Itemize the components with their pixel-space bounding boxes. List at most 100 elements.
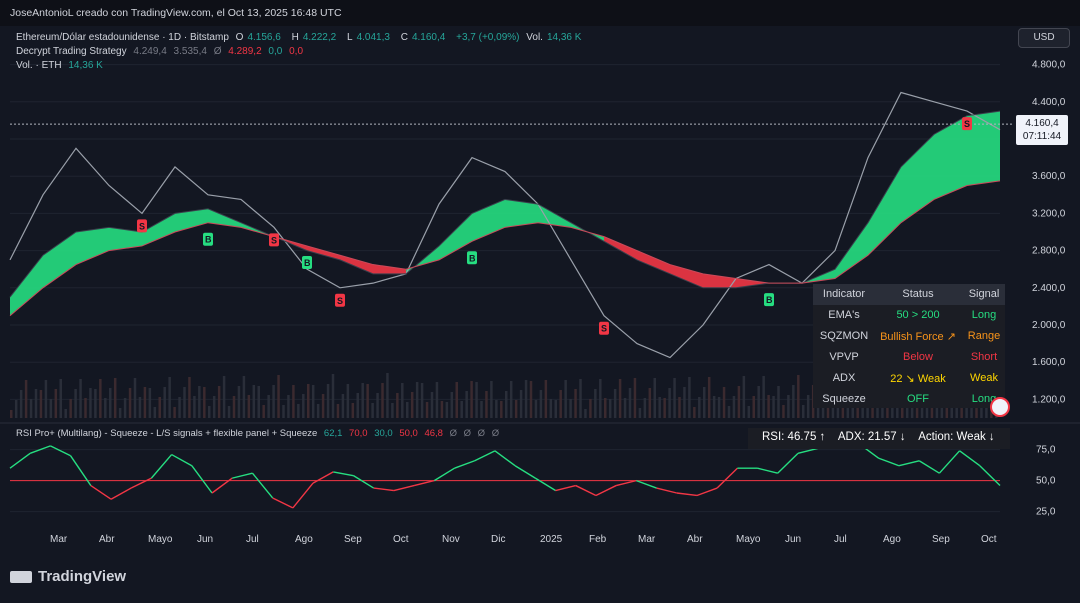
- rsi-v9: Ø: [491, 428, 500, 439]
- volume-bar: [237, 386, 241, 418]
- legend-strategy[interactable]: Decrypt Trading Strategy 4.249,4 3.535,4…: [16, 46, 307, 57]
- x-tick-label: Mayo: [736, 534, 761, 545]
- signal-label: S: [601, 324, 607, 334]
- volume-bar: [445, 402, 449, 418]
- volume-bar: [762, 376, 765, 418]
- status-rsi: RSI: 46.75 ↑: [762, 431, 826, 443]
- signal-label: B: [469, 253, 476, 263]
- volume-name[interactable]: Vol. · ETH: [16, 60, 62, 71]
- volume-bar: [282, 405, 285, 418]
- volume-bar: [178, 397, 181, 418]
- volume-bar: [118, 408, 122, 418]
- cloud-segment: [472, 199, 505, 242]
- rsi-line-segment: [979, 465, 1001, 487]
- volume-bar: [495, 400, 498, 418]
- legend-symbol[interactable]: Ethereum/Dólar estadounidense · 1D · Bit…: [16, 32, 229, 43]
- rsi-legend[interactable]: RSI Pro+ (Multilang) - Squeeze - L/S sig…: [16, 428, 503, 439]
- indicator-status: OFF: [907, 393, 929, 405]
- rsi-line-segment: [696, 487, 718, 497]
- status-action: Action: Weak ↓: [918, 431, 995, 443]
- rsi-line-segment: [514, 465, 536, 479]
- volume-bar: [74, 389, 77, 418]
- legend-low: 4.041,3: [356, 32, 390, 43]
- volume-bar: [396, 393, 399, 418]
- volume-bar: [806, 395, 810, 418]
- volume-bar: [351, 403, 355, 418]
- rsi-line-segment: [474, 450, 496, 462]
- volume-bar: [346, 384, 350, 418]
- volume-bar: [440, 401, 444, 418]
- footer-brand: TradingView: [10, 568, 126, 585]
- volume-bar: [792, 385, 795, 418]
- legend-close: 4.160,4: [411, 32, 446, 43]
- x-tick-label: Jun: [197, 534, 213, 545]
- volume-bar: [212, 396, 216, 418]
- x-tick-label: Ago: [295, 534, 313, 545]
- volume-bar: [252, 385, 256, 418]
- rsi-line-segment: [595, 484, 617, 497]
- volume-bar: [613, 389, 617, 418]
- volume-bar: [277, 375, 280, 418]
- rsi-tick-label: 25,0: [1036, 507, 1056, 518]
- volume-bar: [633, 378, 637, 418]
- rsi-line-segment: [494, 450, 516, 467]
- signal-label: B: [304, 258, 311, 268]
- cloud-segment: [868, 166, 901, 256]
- rsi-line-segment: [251, 472, 274, 499]
- rsi-line-segment: [615, 479, 637, 487]
- indicator-signal: Long: [971, 309, 997, 321]
- volume-bar: [450, 392, 454, 418]
- volume-bar: [470, 381, 473, 418]
- signal-label: B: [766, 295, 773, 305]
- volume-bar: [589, 399, 592, 418]
- volume-bar: [29, 399, 33, 418]
- currency-button[interactable]: USD: [1018, 28, 1070, 48]
- rsi-line-segment: [777, 452, 799, 474]
- volume-bar: [480, 401, 483, 418]
- volume-bar: [262, 405, 265, 418]
- volume-bar: [242, 376, 246, 418]
- rsi-v4: 50,0: [399, 428, 418, 439]
- rsi-tick-label: 50,0: [1036, 476, 1056, 487]
- price-tick-label: 2.000,0: [1032, 320, 1066, 331]
- rsi-v8: Ø: [477, 428, 486, 439]
- legend-vol: 14,36 K: [546, 32, 582, 43]
- volume-bar: [435, 382, 439, 418]
- legend-vol-label: Vol.: [526, 32, 543, 43]
- rsi-name[interactable]: RSI Pro+ (Multilang) - Squeeze - L/S sig…: [16, 428, 317, 439]
- volume-bar: [307, 384, 310, 418]
- strategy-name[interactable]: Decrypt Trading Strategy: [16, 46, 127, 57]
- x-tick-label: Abr: [99, 534, 115, 545]
- volume-bar: [688, 377, 691, 418]
- volume-bar: [757, 386, 760, 418]
- rsi-line-segment: [534, 477, 556, 492]
- rsi-line-segment: [50, 445, 71, 457]
- volume-bar: [698, 397, 701, 418]
- legend-volume[interactable]: Vol. · ETH 14,36 K: [16, 60, 107, 71]
- bar-countdown: 07:11:44: [1022, 131, 1062, 142]
- volume-bar: [356, 393, 359, 418]
- rsi-line-segment: [555, 484, 576, 492]
- cloud-segment: [340, 255, 373, 274]
- volume-bar: [604, 398, 607, 418]
- chart-area[interactable]: 1.200,0 1.600,0 2.000,0 2.400,0 2.800,0 3.200…: [0, 26, 1080, 603]
- indicator-signal: Weak: [970, 372, 998, 384]
- volume-bar: [247, 395, 251, 418]
- volume-bar: [208, 406, 211, 418]
- volume-bar: [707, 377, 711, 418]
- flag-icon[interactable]: [990, 397, 1010, 417]
- price-tick-label: 3.600,0: [1032, 171, 1066, 182]
- volume-bar: [123, 398, 127, 418]
- indicator-panel-header: Indicator Status Signal: [813, 284, 1005, 305]
- volume-bar: [579, 379, 582, 418]
- volume-bar: [628, 388, 632, 418]
- signal-label: B: [205, 235, 212, 245]
- rsi-line-segment: [393, 484, 415, 492]
- rsi-line-segment: [333, 471, 354, 477]
- volume-bar: [767, 395, 770, 418]
- volume-bar: [584, 409, 587, 418]
- volume-bar: [475, 382, 478, 418]
- volume-bar: [366, 384, 369, 418]
- volume-bar: [391, 403, 394, 418]
- rsi-line-segment: [171, 453, 193, 467]
